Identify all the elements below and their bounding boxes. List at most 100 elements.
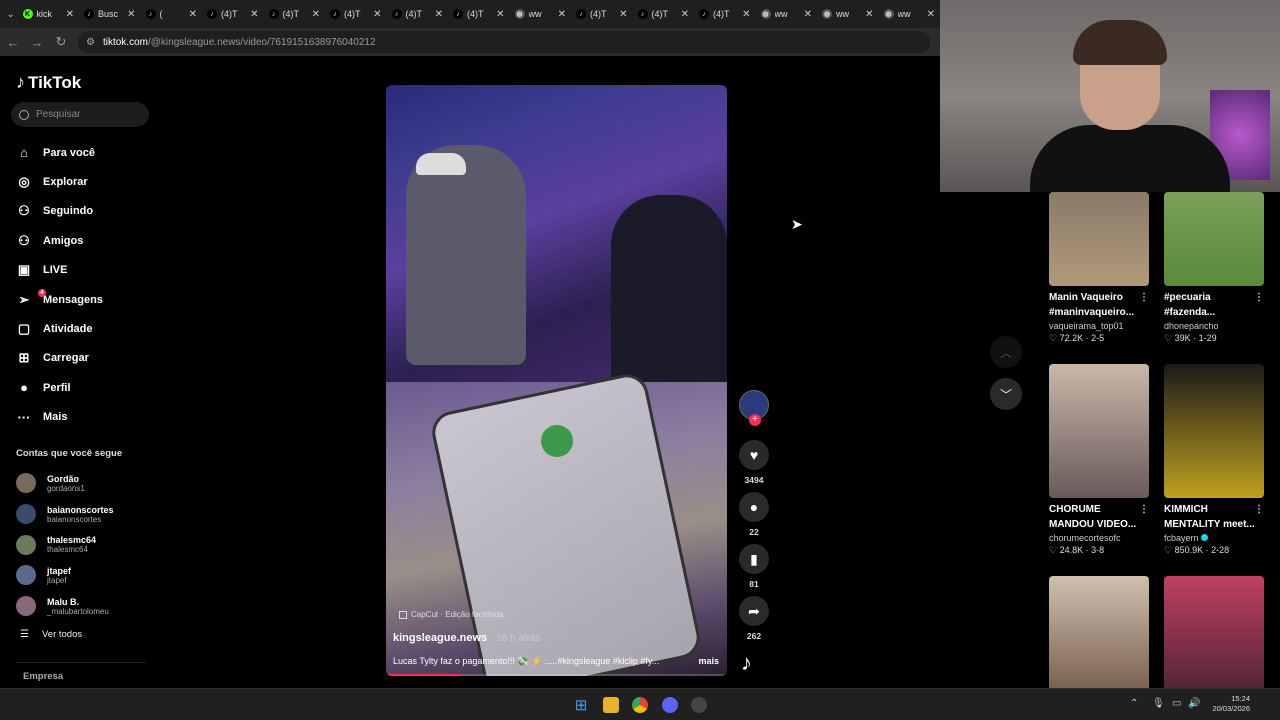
feed-video-card[interactable]: Manin Vaqueiro ⋮ #maninvaqueiro... vaqueira… (1049, 192, 1149, 344)
video-user[interactable]: vaqueirama_top01 (1049, 321, 1149, 331)
browser-tab[interactable]: ♪(✕ (141, 3, 203, 25)
close-tab-icon[interactable]: ✕ (435, 9, 443, 20)
following-account[interactable]: baianonscortes baianonscortes (16, 499, 156, 530)
close-tab-icon[interactable]: ✕ (927, 9, 935, 20)
video-author[interactable]: kingsleague.news · 16 h atrás (393, 632, 541, 644)
video-user[interactable]: dhonepancho (1164, 321, 1264, 331)
volume-icon[interactable]: 🔊 (1188, 698, 1200, 709)
capcut-badge[interactable]: CapCut · Edição facilitada (399, 610, 504, 619)
browser-tab[interactable]: ♪ Busc ✕ (79, 3, 141, 25)
video-thumbnail[interactable] (1049, 192, 1149, 286)
save-button[interactable]: ▮ (739, 544, 769, 574)
windows-start-icon[interactable]: ⊞ (573, 697, 589, 714)
previous-video-button[interactable]: ︿ (990, 336, 1022, 368)
video-thumbnail[interactable] (1164, 364, 1264, 498)
feed-video-card[interactable]: CHORUME ⋮ MANDOU VIDEO... chorumecortesofc ♡… (1049, 364, 1149, 556)
browser-tab[interactable]: ♪ (4)T ✕ (325, 3, 387, 25)
comment-button[interactable]: ● (739, 492, 769, 522)
browser-tab[interactable]: ◍ ww ✕ (510, 3, 572, 25)
discord-icon[interactable] (662, 697, 678, 713)
webcam-overlay (940, 0, 1280, 192)
browser-tab[interactable]: Kkick ✕ (18, 3, 80, 25)
more-options-icon[interactable]: ⋮ (1254, 291, 1264, 305)
close-tab-icon[interactable]: ✕ (189, 9, 197, 20)
close-tab-icon[interactable]: ✕ (250, 9, 258, 20)
video-user[interactable]: fcbayern (1164, 533, 1264, 543)
forward-arrow-icon[interactable]: → (26, 31, 48, 53)
tab-search-dropdown-icon[interactable]: ⌄ (4, 4, 18, 24)
nav-item-compass[interactable]: ◎ Explorar (16, 167, 156, 196)
next-video-button[interactable]: ﹀ (990, 378, 1022, 410)
close-tab-icon[interactable]: ✕ (804, 9, 812, 20)
nav-item-home[interactable]: ⌂ Para você (16, 138, 156, 167)
browser-tab[interactable]: ♪ (4)T ✕ (694, 3, 756, 25)
search-input[interactable]: Pesquisar (11, 102, 149, 127)
browser-tab[interactable]: ◍ ww ✕ (817, 3, 879, 25)
nav-item-following[interactable]: ⚇ Seguindo (16, 197, 156, 226)
video-user[interactable]: chorumecortesofc (1049, 533, 1149, 543)
browser-tab[interactable]: ♪ (4)T ✕ (448, 3, 510, 25)
feed-video-card[interactable]: KIMMICH ⋮ MENTALITY meet... fcbayern ♡ 850.9… (1164, 364, 1264, 556)
more-button[interactable]: mais (698, 656, 719, 667)
tray-chevron-icon[interactable]: ⌃ (1130, 698, 1138, 709)
close-tab-icon[interactable]: ✕ (312, 9, 320, 20)
following-account[interactable]: Gordão gordaons1 (16, 468, 156, 499)
like-button[interactable]: ♥ (739, 440, 769, 470)
chrome-icon[interactable] (632, 697, 648, 713)
feed-video-card[interactable] (1049, 576, 1149, 688)
feed-video-card[interactable] (1164, 576, 1264, 688)
video-thumbnail[interactable] (1164, 192, 1264, 286)
close-tab-icon[interactable]: ✕ (373, 9, 381, 20)
network-icon[interactable]: ▭ (1172, 698, 1181, 709)
share-button[interactable]: ➦ (739, 596, 769, 626)
close-tab-icon[interactable]: ✕ (742, 9, 750, 20)
nav-item-activity[interactable]: ▢ Atividade (16, 314, 156, 343)
nav-item-upload[interactable]: ⊞ Carregar (16, 344, 156, 373)
browser-tab[interactable]: ♪ (4)T ✕ (387, 3, 449, 25)
close-tab-icon[interactable]: ✕ (619, 9, 627, 20)
footer-company-link[interactable]: Empresa (23, 671, 63, 682)
following-account[interactable]: jtapef jtapef (16, 560, 156, 591)
author-avatar[interactable]: + (739, 390, 769, 426)
more-options-icon[interactable]: ⋮ (1139, 291, 1149, 305)
tiktok-logo[interactable]: ♪ TikTok (16, 72, 81, 93)
video-thumbnail[interactable] (1164, 576, 1264, 688)
more-options-icon[interactable]: ⋮ (1139, 503, 1149, 517)
close-tab-icon[interactable]: ✕ (681, 9, 689, 20)
video-thumbnail[interactable] (1049, 576, 1149, 688)
close-tab-icon[interactable]: ✕ (558, 9, 566, 20)
file-explorer-icon[interactable] (603, 697, 619, 713)
close-tab-icon[interactable]: ✕ (66, 9, 74, 20)
browser-tab[interactable]: ♪ (4)T ✕ (633, 3, 695, 25)
system-clock[interactable]: 15:24 20/03/2026 (1204, 694, 1250, 714)
nav-item-profile[interactable]: ● Perfil (16, 373, 156, 402)
sound-disc-icon[interactable]: ♪ (741, 650, 752, 676)
following-account[interactable]: Malu B. _malubartolomeu (16, 591, 156, 622)
nav-item-messages[interactable]: ➢ 4 Mensagens (16, 285, 156, 314)
obs-icon[interactable] (691, 697, 707, 713)
close-tab-icon[interactable]: ✕ (127, 9, 135, 20)
url-field[interactable]: ⚙ tiktok.com/@kingsleague.news/video/761… (78, 31, 930, 53)
browser-tab[interactable]: ♪ (4)T ✕ (264, 3, 326, 25)
feed-video-card[interactable]: #pecuaria ⋮ #fazenda... dhonepancho ♡ 39K · … (1164, 192, 1264, 344)
follow-plus-icon[interactable]: + (749, 414, 761, 426)
more-options-icon[interactable]: ⋮ (1254, 503, 1264, 517)
nav-item-more[interactable]: ··· Mais (16, 403, 156, 432)
following-account[interactable]: thalesmc64 thalesmc64 (16, 529, 156, 560)
video-progress-bar[interactable] (386, 674, 727, 676)
browser-tab[interactable]: ♪ (4)T ✕ (571, 3, 633, 25)
browser-tab[interactable]: ◍ ww ✕ (879, 3, 941, 25)
browser-tab[interactable]: ◍ ww ✕ (756, 3, 818, 25)
back-arrow-icon[interactable]: ← (2, 31, 24, 53)
video-player[interactable]: CapCut · Edição facilitada kingsleague.n… (386, 85, 727, 676)
nav-item-friends[interactable]: ⚇ Amigos (16, 226, 156, 255)
microphone-icon[interactable]: 🎙 (1152, 698, 1165, 709)
close-tab-icon[interactable]: ✕ (496, 9, 504, 20)
see-all-button[interactable]: ☰ Ver todos (20, 629, 82, 640)
video-thumbnail[interactable] (1049, 364, 1149, 498)
browser-tab[interactable]: ♪ (4)T ✕ (202, 3, 264, 25)
reload-icon[interactable]: ↻ (50, 31, 72, 53)
nav-item-live[interactable]: ▣ LIVE (16, 256, 156, 285)
close-tab-icon[interactable]: ✕ (865, 9, 873, 20)
site-info-icon[interactable]: ⚙ (86, 37, 95, 48)
